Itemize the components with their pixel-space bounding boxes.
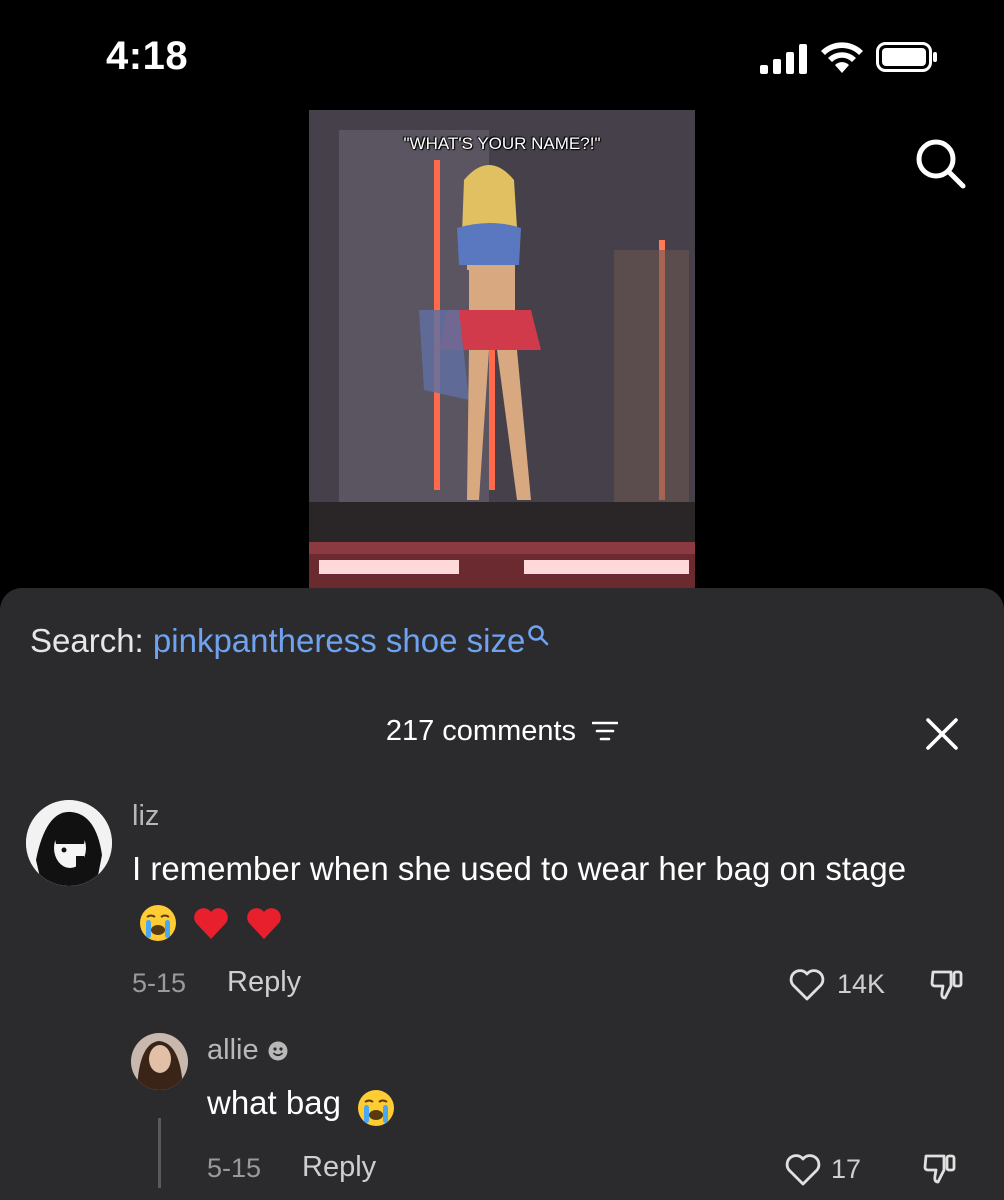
comment-date: 5-15	[132, 968, 187, 998]
comment-username-label: allie	[207, 1034, 259, 1066]
search-icon[interactable]	[912, 135, 968, 191]
comment-body: what bag	[207, 1084, 341, 1121]
comments-header: 217 comments	[0, 714, 1004, 748]
avatar[interactable]	[131, 1033, 188, 1090]
video-thumbnail[interactable]: "WHAT'S YOUR NAME?!"	[309, 110, 695, 588]
comment-emojis	[138, 896, 288, 945]
heart-icon[interactable]	[788, 968, 826, 1002]
red-heart-emoji	[194, 908, 228, 940]
comments-count: 217 comments	[385, 714, 577, 747]
reply-button[interactable]: Reply	[302, 1151, 376, 1184]
search-query-link[interactable]: pinkpantheress shoe size	[153, 622, 525, 659]
performer-image	[309, 110, 695, 588]
comment-text: I remember when she used to wear her bag…	[132, 844, 952, 945]
dislike-icon[interactable]	[922, 1150, 958, 1186]
wifi-icon	[821, 42, 863, 73]
signal-icon	[760, 44, 807, 74]
filter-icon[interactable]	[592, 720, 619, 742]
search-prefix-label: Search:	[30, 622, 144, 659]
close-icon[interactable]	[924, 716, 960, 752]
comment-username[interactable]: allie	[207, 1034, 289, 1067]
thread-line	[158, 1118, 161, 1188]
battery-icon	[876, 42, 937, 72]
crying-face-emoji	[358, 1090, 395, 1127]
video-area[interactable]: "WHAT'S YOUR NAME?!"	[0, 100, 1004, 590]
smiley-icon	[268, 1041, 288, 1060]
reply-button[interactable]: Reply	[227, 966, 301, 999]
status-time: 4:18	[106, 34, 189, 78]
heart-icon[interactable]	[784, 1153, 822, 1187]
comment-text: what bag	[207, 1078, 400, 1130]
avatar[interactable]	[26, 800, 112, 886]
red-heart-emoji	[247, 908, 282, 940]
comment-body: I remember when she used to wear her bag…	[132, 850, 907, 887]
video-caption: "WHAT'S YOUR NAME?!"	[403, 134, 601, 153]
comment-username[interactable]: liz	[132, 800, 159, 833]
comment-emojis	[356, 1081, 400, 1130]
dislike-icon[interactable]	[929, 966, 965, 1002]
search-icon	[528, 625, 549, 646]
comment-date: 5-15	[207, 1153, 262, 1183]
comments-sheet: Search: pinkpantheress shoe size 217 com…	[0, 588, 1004, 1200]
avatar-image	[26, 800, 112, 886]
avatar-image	[131, 1033, 188, 1090]
search-suggestion[interactable]: Search: pinkpantheress shoe size	[30, 622, 549, 660]
like-count: 14K	[837, 969, 886, 999]
like-count: 17	[831, 1154, 862, 1184]
status-bar: 4:18	[0, 0, 1004, 100]
crying-face-emoji	[140, 905, 176, 942]
